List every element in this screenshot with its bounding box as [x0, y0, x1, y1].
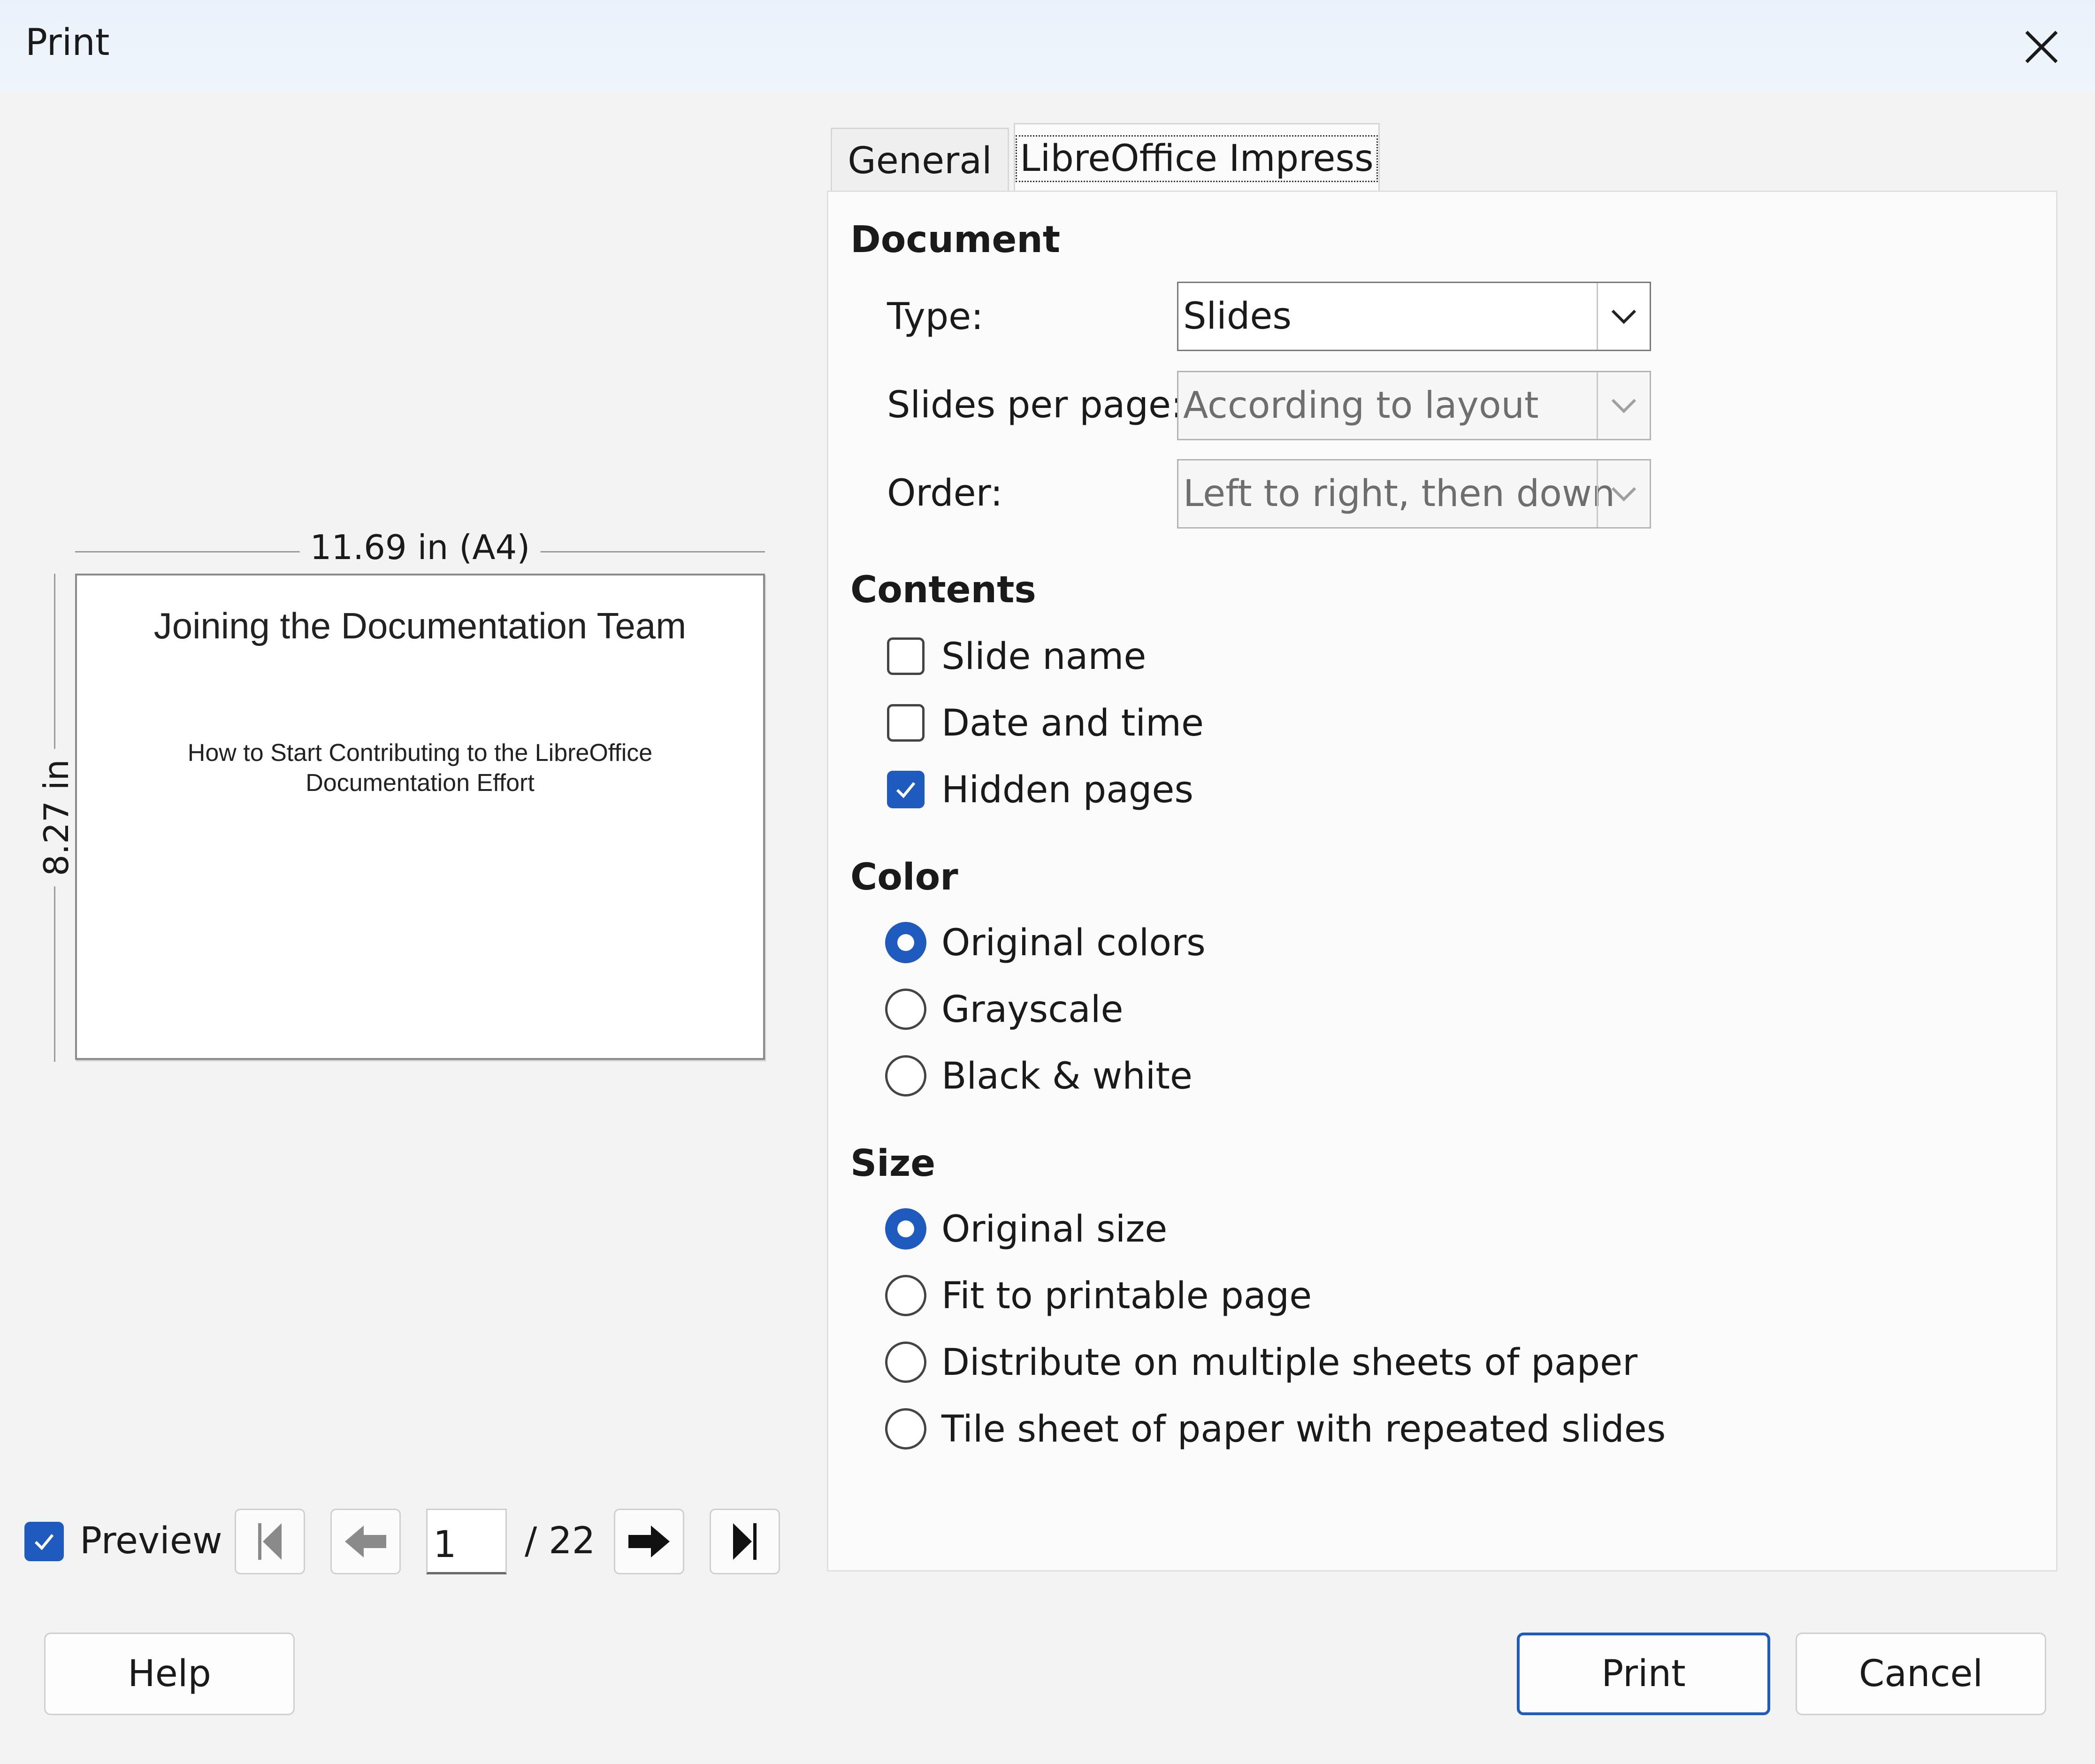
title-bar: Print [0, 0, 2095, 93]
preview-slide-title: Joining the Documentation Team [153, 605, 687, 646]
page-width-label: 11.69 in (A4) [299, 528, 541, 567]
first-page-icon [258, 1523, 282, 1560]
fit-to-printable-page-radio[interactable] [885, 1275, 926, 1316]
order-dropdown-button[interactable] [1597, 460, 1650, 527]
print-button[interactable]: Print [1517, 1633, 1770, 1715]
page-width-dimension: 11.69 in (A4) [75, 528, 765, 575]
page-preview: Joining the Documentation Team How to St… [75, 574, 765, 1060]
hidden-pages-label: Hidden pages [941, 769, 1194, 811]
type-label: Type: [887, 296, 984, 338]
tab-general[interactable]: General [831, 128, 1009, 192]
size-heading: Size [850, 1143, 936, 1185]
cancel-button[interactable]: Cancel [1796, 1633, 2046, 1715]
page-height-label: 8.27 in [37, 749, 76, 887]
preview-navigation: Preview / 22 [0, 1502, 807, 1582]
date-and-time-checkbox[interactable] [887, 704, 925, 742]
print-dialog: Print 11.69 in (A4) 8.27 in Joining the … [0, 0, 2095, 1764]
slide-name-label: Slide name [941, 636, 1147, 678]
page-total-label: / 22 [525, 1520, 596, 1562]
date-and-time-label: Date and time [941, 702, 1204, 744]
black-and-white-label: Black & white [941, 1055, 1193, 1097]
color-heading: Color [850, 856, 958, 898]
black-and-white-radio[interactable] [885, 1055, 926, 1097]
hidden-pages-checkbox[interactable] [887, 771, 925, 808]
previous-page-button[interactable] [330, 1509, 401, 1574]
chevron-down-icon [1611, 309, 1636, 324]
slide-name-checkbox[interactable] [887, 637, 925, 675]
preview-label: Preview [80, 1520, 222, 1562]
slides-per-page-value: According to layout [1183, 384, 1539, 427]
order-label: Order: [887, 472, 1003, 514]
first-page-button[interactable] [235, 1509, 305, 1574]
type-value: Slides [1183, 295, 1292, 337]
type-select[interactable]: Slides [1177, 282, 1651, 351]
slides-per-page-dropdown-button[interactable] [1597, 372, 1650, 439]
page-number-input[interactable] [426, 1509, 507, 1574]
window-title: Print [25, 22, 110, 64]
grayscale-radio[interactable] [885, 989, 926, 1030]
type-dropdown-button[interactable] [1597, 283, 1650, 350]
fit-to-printable-page-label: Fit to printable page [941, 1275, 1312, 1317]
page-height-dimension: 8.27 in [33, 574, 80, 1062]
preview-slide-subtitle: How to Start Contributing to the LibreOf… [187, 739, 653, 797]
original-size-radio[interactable] [885, 1208, 926, 1250]
contents-heading: Contents [850, 569, 1036, 611]
original-size-label: Original size [941, 1208, 1168, 1250]
close-icon [2025, 31, 2058, 63]
checkmark-icon [34, 1534, 54, 1550]
chevron-down-icon [1611, 399, 1636, 414]
order-select[interactable]: Left to right, then down [1177, 459, 1651, 529]
last-page-button[interactable] [710, 1509, 780, 1574]
distribute-multiple-sheets-label: Distribute on multiple sheets of paper [941, 1342, 1638, 1384]
preview-checkbox[interactable] [24, 1522, 64, 1561]
close-button[interactable] [2013, 19, 2070, 75]
document-heading: Document [850, 219, 1061, 261]
slides-per-page-label: Slides per page: [887, 384, 1184, 426]
tile-sheet-repeated-slides-radio[interactable] [885, 1408, 926, 1450]
checkmark-icon [896, 782, 916, 798]
chevron-down-icon [1611, 487, 1636, 502]
order-value: Left to right, then down [1183, 473, 1615, 515]
help-button[interactable]: Help [44, 1633, 295, 1715]
tab-general-label: General [848, 139, 992, 182]
distribute-multiple-sheets-radio[interactable] [885, 1342, 926, 1383]
original-colors-label: Original colors [941, 922, 1206, 964]
tab-impress-label: LibreOffice Impress [1016, 135, 1378, 182]
tab-libreoffice-impress[interactable]: LibreOffice Impress [1014, 123, 1380, 192]
slides-per-page-select[interactable]: According to layout [1177, 371, 1651, 440]
last-page-icon [733, 1523, 757, 1560]
grayscale-label: Grayscale [941, 989, 1124, 1031]
arrow-right-icon [628, 1526, 670, 1557]
next-page-button[interactable] [614, 1509, 684, 1574]
arrow-left-icon [345, 1526, 386, 1557]
tile-sheet-repeated-slides-label: Tile sheet of paper with repeated slides [941, 1408, 1666, 1450]
original-colors-radio[interactable] [885, 922, 926, 963]
